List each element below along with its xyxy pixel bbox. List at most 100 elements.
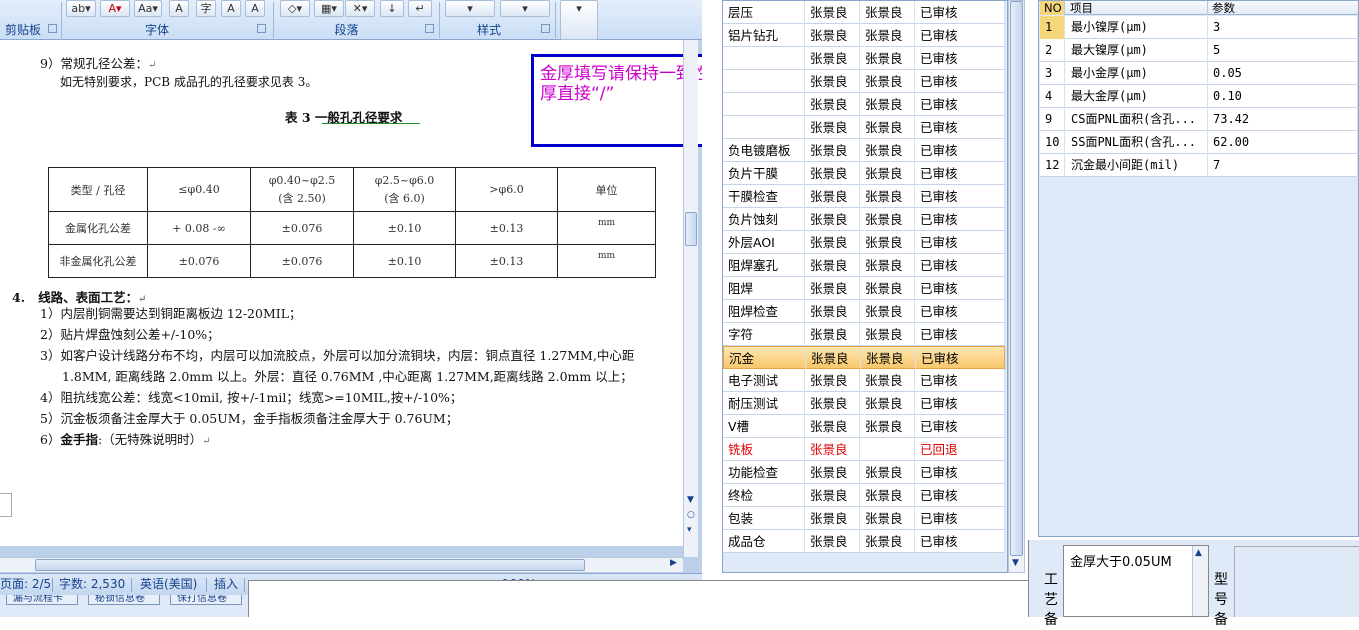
process-row[interactable]: 阻焊检查 张景良 张景良 已审核 <box>723 300 1005 323</box>
chinese-layout-icon[interactable]: ✕▾ <box>345 0 375 17</box>
params-row[interactable]: 1 最小镍厚(μm) 3 <box>1040 16 1358 39</box>
process-remark-text[interactable]: 金厚大于0.05UM <box>1063 545 1209 617</box>
process-row[interactable]: 电子测试 张景良 张景良 已审核 <box>723 369 1005 392</box>
process-row[interactable]: 功能检查 张景良 张景良 已审核 <box>723 461 1005 484</box>
params-row[interactable]: 3 最小金厚(μm) 0.05 <box>1040 62 1358 85</box>
process-row[interactable]: 张景良 张景良 已审核 <box>723 93 1005 116</box>
process-row[interactable]: 外层AOI 张景良 张景良 已审核 <box>723 231 1005 254</box>
styles-launcher-icon[interactable] <box>541 24 550 33</box>
font-color-label: A <box>108 2 116 15</box>
style-gallery-2[interactable]: ▾ <box>500 0 550 17</box>
process-cell-a: 张景良 <box>805 24 860 47</box>
word-count[interactable]: 字数: 2,530 <box>59 574 125 595</box>
process-row[interactable]: 负片蚀刻 张景良 张景良 已审核 <box>723 208 1005 231</box>
params-row[interactable]: 2 最大镍厚(μm) 5 <box>1040 39 1358 62</box>
process-row[interactable]: 阻焊 张景良 张景良 已审核 <box>723 277 1005 300</box>
process-row[interactable]: 沉金 张景良 张景良 已审核 <box>723 346 1006 370</box>
sort-icon[interactable]: ↓ <box>380 0 404 17</box>
process-cell-b: 张景良 <box>860 461 915 484</box>
insert-mode[interactable]: 插入 <box>214 574 238 595</box>
document-vertical-scrollbar[interactable]: ▼ ○ ▾ <box>683 40 698 557</box>
shading-icon[interactable]: ◇▾ <box>280 0 310 17</box>
process-cell-name: 负片蚀刻 <box>723 208 805 231</box>
process-row[interactable]: 干膜检查 张景良 张景良 已审核 <box>723 185 1005 208</box>
process-cell-status: 已审核 <box>915 93 1005 116</box>
params-row[interactable]: 9 CS面PNL面积(含孔... 73.42 <box>1040 108 1358 131</box>
process-row[interactable]: 成品仓 张景良 张景良 已审核 <box>723 530 1005 553</box>
table-title-underline <box>322 123 420 124</box>
vertical-scroll-thumb[interactable] <box>685 212 697 246</box>
bottom-tab-2[interactable]: 秘锁信息卷 <box>88 595 160 605</box>
params-cell-item: 最大金厚(μm) <box>1066 85 1208 108</box>
process-row[interactable]: 铝片钻孔 张景良 张景良 已审核 <box>723 24 1005 47</box>
page-indicator[interactable]: 页面: 2/5 <box>0 574 51 595</box>
browse-object-icon[interactable]: ○ <box>687 510 695 520</box>
char-shading-button[interactable]: A <box>169 0 189 17</box>
shrink-font-button[interactable]: A <box>245 0 265 17</box>
process-row[interactable]: V槽 张景良 张景良 已审核 <box>723 415 1005 438</box>
params-cell-item: 最小金厚(μm) <box>1066 62 1208 85</box>
grow-font-button[interactable]: A <box>221 0 241 17</box>
change-case-button[interactable]: Aa▾ <box>134 0 162 17</box>
cell-plated-unit: mm <box>557 211 656 245</box>
line-2: 2）贴片焊盘蚀刻公差+/-10%； <box>40 327 220 342</box>
font-launcher-icon[interactable] <box>257 24 266 33</box>
process-cell-a: 张景良 <box>805 277 860 300</box>
process-scroll-thumb[interactable] <box>1010 1 1023 556</box>
process-row[interactable]: 包装 张景良 张景良 已审核 <box>723 507 1005 530</box>
process-list-scrollbar[interactable]: ▼ <box>1008 0 1025 573</box>
process-row[interactable]: 张景良 张景良 已审核 <box>723 47 1005 70</box>
model-remark-text[interactable] <box>1234 546 1359 617</box>
model-remark-label: 型号备 <box>1214 572 1228 628</box>
bottom-tab-1[interactable]: 漏与流程卡 <box>6 595 78 605</box>
process-row[interactable]: 铣板 张景良 已回退 <box>723 438 1005 461</box>
next-page-icon[interactable]: ▾ <box>687 525 692 535</box>
params-table[interactable]: NO 项目 参数 1 最小镍厚(μm) 3 2 最大镍厚(μm) 5 3 最小金厚(μm) 0.… <box>1038 0 1359 537</box>
highlight-color-button[interactable]: ab▾ <box>66 0 96 17</box>
font-color-button[interactable]: A▾ <box>100 0 130 17</box>
process-cell-a: 张景良 <box>805 254 860 277</box>
process-cell-name: 成品仓 <box>723 530 805 553</box>
scroll-down-icon[interactable]: ▼ <box>1012 558 1019 568</box>
remark-scrollbar[interactable]: ▲ <box>1192 546 1208 616</box>
process-row[interactable]: 负片干膜 张景良 张景良 已审核 <box>723 162 1005 185</box>
style-gallery-1[interactable]: ▾ <box>445 0 495 17</box>
process-cell-name: 终检 <box>723 484 805 507</box>
paragraph-launcher-icon[interactable] <box>425 24 434 33</box>
params-row[interactable]: 12 沉金最小间距(mil) 7 <box>1040 154 1358 177</box>
show-marks-icon[interactable]: ↵ <box>408 0 432 17</box>
enclose-char-button[interactable]: 字 <box>196 0 216 17</box>
params-row[interactable]: 4 最大金厚(μm) 0.10 <box>1040 85 1358 108</box>
clipboard-launcher-icon[interactable] <box>48 24 57 33</box>
params-header: NO 项目 参数 <box>1040 1 1358 15</box>
borders-icon[interactable]: ▦▾ <box>314 0 344 17</box>
horizontal-scroll-thumb[interactable] <box>35 559 585 571</box>
process-cell-status: 已审核 <box>915 208 1005 231</box>
process-row[interactable]: 张景良 张景良 已审核 <box>723 70 1005 93</box>
scroll-up-icon[interactable]: ▲ <box>1195 548 1202 558</box>
bottom-tab-3[interactable]: 保打信息卷 <box>170 595 242 605</box>
process-row[interactable]: 负电镀磨板 张景良 张景良 已审核 <box>723 139 1005 162</box>
comment-callout[interactable]: 金厚填写请保持一致性，建议最小金厚直接“/” <box>531 54 702 147</box>
change-styles-button[interactable]: ▾ <box>560 0 598 40</box>
process-cell-a: 张景良 <box>805 93 860 116</box>
process-row[interactable]: 阻焊塞孔 张景良 张景良 已审核 <box>723 254 1005 277</box>
process-list[interactable]: 层压 张景良 张景良 已审核 铝片钻孔 张景良 张景良 已审核 张景良 张景良 已审核 张景良 张景良已… <box>722 0 1008 573</box>
scroll-right-icon[interactable]: ▶ <box>670 558 677 568</box>
document-horizontal-scrollbar[interactable]: ▶ <box>0 557 683 572</box>
process-cell-b: 张景良 <box>860 208 915 231</box>
language-indicator[interactable]: 英语(美国) <box>140 574 197 595</box>
process-cell-b: 张景良 <box>860 507 915 530</box>
process-row[interactable]: 终检 张景良 张景良 已审核 <box>723 484 1005 507</box>
process-row[interactable]: 层压 张景良 张景良 已审核 <box>723 1 1005 24</box>
process-cell-status: 已审核 <box>915 323 1005 346</box>
process-row[interactable]: 张景良 张景良 已审核 <box>723 116 1005 139</box>
bottom-content-area <box>248 580 1028 617</box>
process-cell-name: 负片干膜 <box>723 162 805 185</box>
scroll-down-icon[interactable]: ▼ <box>687 495 694 505</box>
process-row[interactable]: 字符 张景良 张景良 已审核 <box>723 323 1005 346</box>
process-row[interactable]: 耐压测试 张景良 张景良 已审核 <box>723 392 1005 415</box>
process-cell-status: 已审核 <box>915 231 1005 254</box>
params-row[interactable]: 10 SS面PNL面积(含孔... 62.00 <box>1040 131 1358 154</box>
params-cell-item: CS面PNL面积(含孔... <box>1066 108 1208 131</box>
